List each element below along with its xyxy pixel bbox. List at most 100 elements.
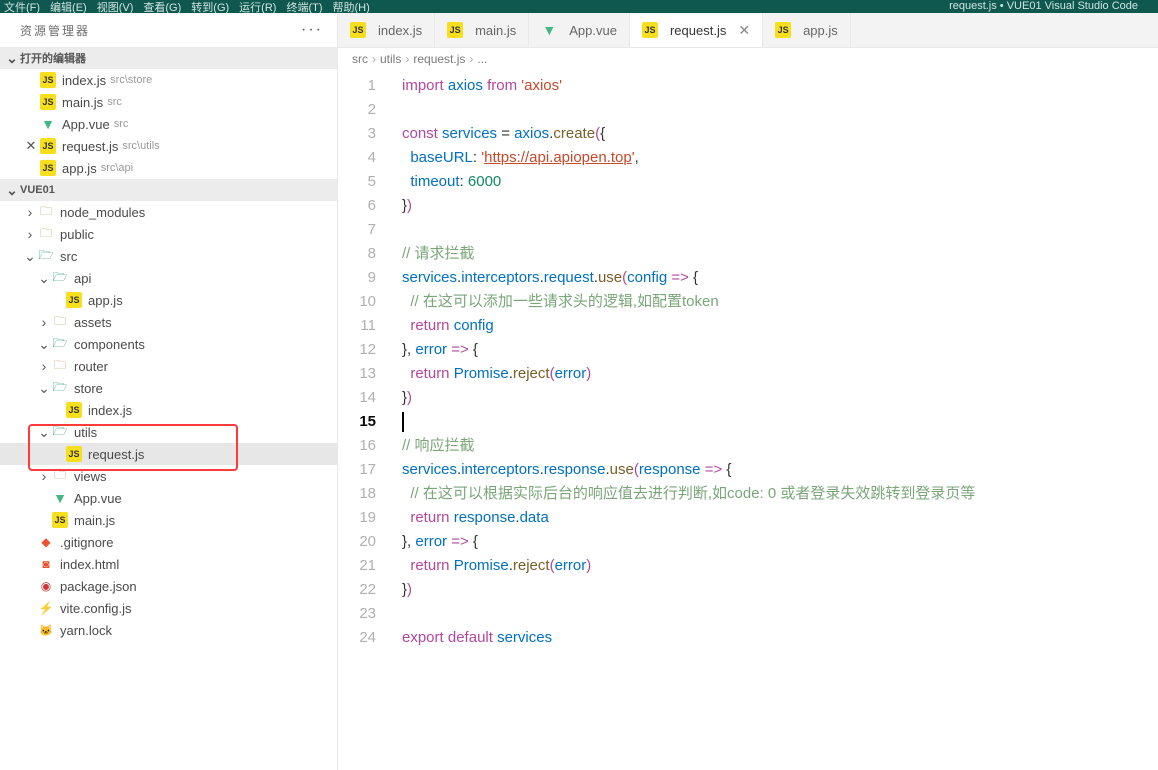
breadcrumb-separator: › <box>372 52 376 66</box>
folder-icon: 🗀 <box>38 204 54 220</box>
vue-icon: ▼ <box>541 22 557 38</box>
chevron-right-icon: › <box>36 314 52 330</box>
tree-folder[interactable]: ›🗀 assets <box>0 311 337 333</box>
tree-file[interactable]: ◆ .gitignore <box>0 531 337 553</box>
chevron-right-icon: › <box>22 226 38 242</box>
tree-folder[interactable]: ⌄🗁store <box>0 377 337 399</box>
chevron-down-icon: ⌄ <box>4 182 20 199</box>
more-icon[interactable]: ··· <box>301 21 323 39</box>
file-label: index.js <box>62 73 106 88</box>
tab-label: request.js <box>670 23 726 38</box>
tree-file[interactable]: JSindex.js <box>0 399 337 421</box>
tree-folder[interactable]: ⌄🗁src <box>0 245 337 267</box>
js-icon: JS <box>350 22 366 38</box>
editor-tab[interactable]: ▼ App.vue <box>529 13 630 47</box>
titlebar-right: request.js • VUE01 Visual Studio Code <box>949 0 1138 12</box>
npm-icon: ◉ <box>38 578 54 594</box>
tree-label: package.json <box>60 579 137 594</box>
tree-file[interactable]: ◉ package.json <box>0 575 337 597</box>
breadcrumb-item[interactable]: src <box>352 52 368 66</box>
breadcrumb-item[interactable]: ... <box>477 52 487 66</box>
tree-file[interactable]: 🐱yarn.lock <box>0 619 337 641</box>
close-icon[interactable]: ✕ <box>22 138 40 154</box>
chevron-down-icon: ⌄ <box>36 424 52 441</box>
tree-label: src <box>60 249 77 264</box>
tree-folder[interactable]: ⌄🗁utils <box>0 421 337 443</box>
tree-file[interactable]: JS request.js <box>0 443 337 465</box>
tree-file[interactable]: ⚡ vite.config.js <box>0 597 337 619</box>
open-editor-item[interactable]: ▼App.vuesrc <box>0 113 337 135</box>
tab-label: App.vue <box>569 23 617 38</box>
folder-icon: 🗁 <box>52 380 68 396</box>
file-hint: src <box>107 96 122 108</box>
tree-file[interactable]: JS main.js <box>0 509 337 531</box>
menu-item[interactable]: 帮助(H) <box>333 0 370 15</box>
chevron-down-icon: ⌄ <box>36 270 52 287</box>
menu-item[interactable]: 视图(V) <box>97 0 134 15</box>
folder-icon: 🗀 <box>52 468 68 484</box>
project-header[interactable]: ⌄ VUE01 <box>0 179 337 201</box>
tree-folder[interactable]: ›🗀public <box>0 223 337 245</box>
menubar[interactable]: 文件(F) 编辑(E) 视图(V) 查看(G) 转到(G) 运行(R) 终端(T) 帮助(H)… <box>0 0 1158 13</box>
tree-folder[interactable]: ⌄🗁api <box>0 267 337 289</box>
tree-label: assets <box>74 315 112 330</box>
git-icon: ◆ <box>38 534 54 550</box>
menu-item[interactable]: 终端(T) <box>286 0 322 15</box>
chevron-right-icon: › <box>36 468 52 484</box>
editor-tab[interactable]: JSmain.js <box>435 13 529 47</box>
file-label: main.js <box>62 95 103 110</box>
tree-label: .gitignore <box>60 535 113 550</box>
explorer-sidebar: 资源管理器 ··· ⌄ 打开的编辑器 JSindex.jssrc\storeJS… <box>0 13 338 770</box>
file-hint: src\store <box>110 74 152 86</box>
vue-icon: ▼ <box>40 116 56 132</box>
breadcrumb-separator: › <box>469 52 473 66</box>
tree-folder[interactable]: ›🗀node_modules <box>0 201 337 223</box>
js-icon: JS <box>66 446 82 462</box>
close-icon[interactable]: ✕ <box>738 22 750 39</box>
open-editor-item[interactable]: JSindex.jssrc\store <box>0 69 337 91</box>
open-editors-header[interactable]: ⌄ 打开的编辑器 <box>0 47 337 69</box>
js-icon: JS <box>66 402 82 418</box>
js-icon: JS <box>447 22 463 38</box>
tree-folder[interactable]: ›🗀router <box>0 355 337 377</box>
folder-icon: 🗁 <box>38 248 54 264</box>
folder-icon: 🗁 <box>52 336 68 352</box>
tree-file[interactable]: ◙index.html <box>0 553 337 575</box>
editor-tab[interactable]: JSindex.js <box>338 13 435 47</box>
editor-tab[interactable]: JSrequest.js✕ <box>630 13 763 47</box>
yarn-icon: 🐱 <box>38 622 54 638</box>
js-icon: JS <box>40 138 56 154</box>
tree-folder[interactable]: ⌄🗁components <box>0 333 337 355</box>
menu-item[interactable]: 文件(F) <box>4 0 40 15</box>
file-hint: src\api <box>101 162 133 174</box>
breadcrumb-item[interactable]: request.js <box>413 52 465 66</box>
tree-label: vite.config.js <box>60 601 132 616</box>
tree-label: public <box>60 227 94 242</box>
chevron-down-icon: ⌄ <box>4 50 20 67</box>
js-icon: JS <box>775 22 791 38</box>
tree-file[interactable]: JSapp.js <box>0 289 337 311</box>
open-editor-item[interactable]: ✕JSrequest.jssrc\utils <box>0 135 337 157</box>
menu-item[interactable]: 编辑(E) <box>50 0 87 15</box>
breadcrumb-item[interactable]: utils <box>380 52 401 66</box>
file-label: App.vue <box>62 117 110 132</box>
menu-item[interactable]: 转到(G) <box>191 0 229 15</box>
vue-icon: ▼ <box>52 490 68 506</box>
open-editor-item[interactable]: JSapp.jssrc\api <box>0 157 337 179</box>
tree-file[interactable]: ▼App.vue <box>0 487 337 509</box>
tree-label: request.js <box>88 447 144 462</box>
menu-item[interactable]: 查看(G) <box>143 0 181 15</box>
tree-folder[interactable]: ›🗀views <box>0 465 337 487</box>
editor-tab[interactable]: JSapp.js <box>763 13 851 47</box>
breadcrumb[interactable]: src›utils›request.js›... <box>338 48 1158 70</box>
tree-label: store <box>74 381 103 396</box>
code-editor[interactable]: import axios from 'axios'const services … <box>394 70 975 650</box>
folder-icon: 🗁 <box>52 424 68 440</box>
vite-icon: ⚡ <box>38 600 54 616</box>
open-editor-item[interactable]: JSmain.jssrc <box>0 91 337 113</box>
folder-icon: 🗀 <box>52 314 68 330</box>
menu-item[interactable]: 运行(R) <box>239 0 276 15</box>
tree-label: main.js <box>74 513 115 528</box>
editor-tabs: JSindex.jsJSmain.js ▼ App.vue JS request.js ✕… <box>338 13 1158 48</box>
js-icon: JS <box>52 512 68 528</box>
